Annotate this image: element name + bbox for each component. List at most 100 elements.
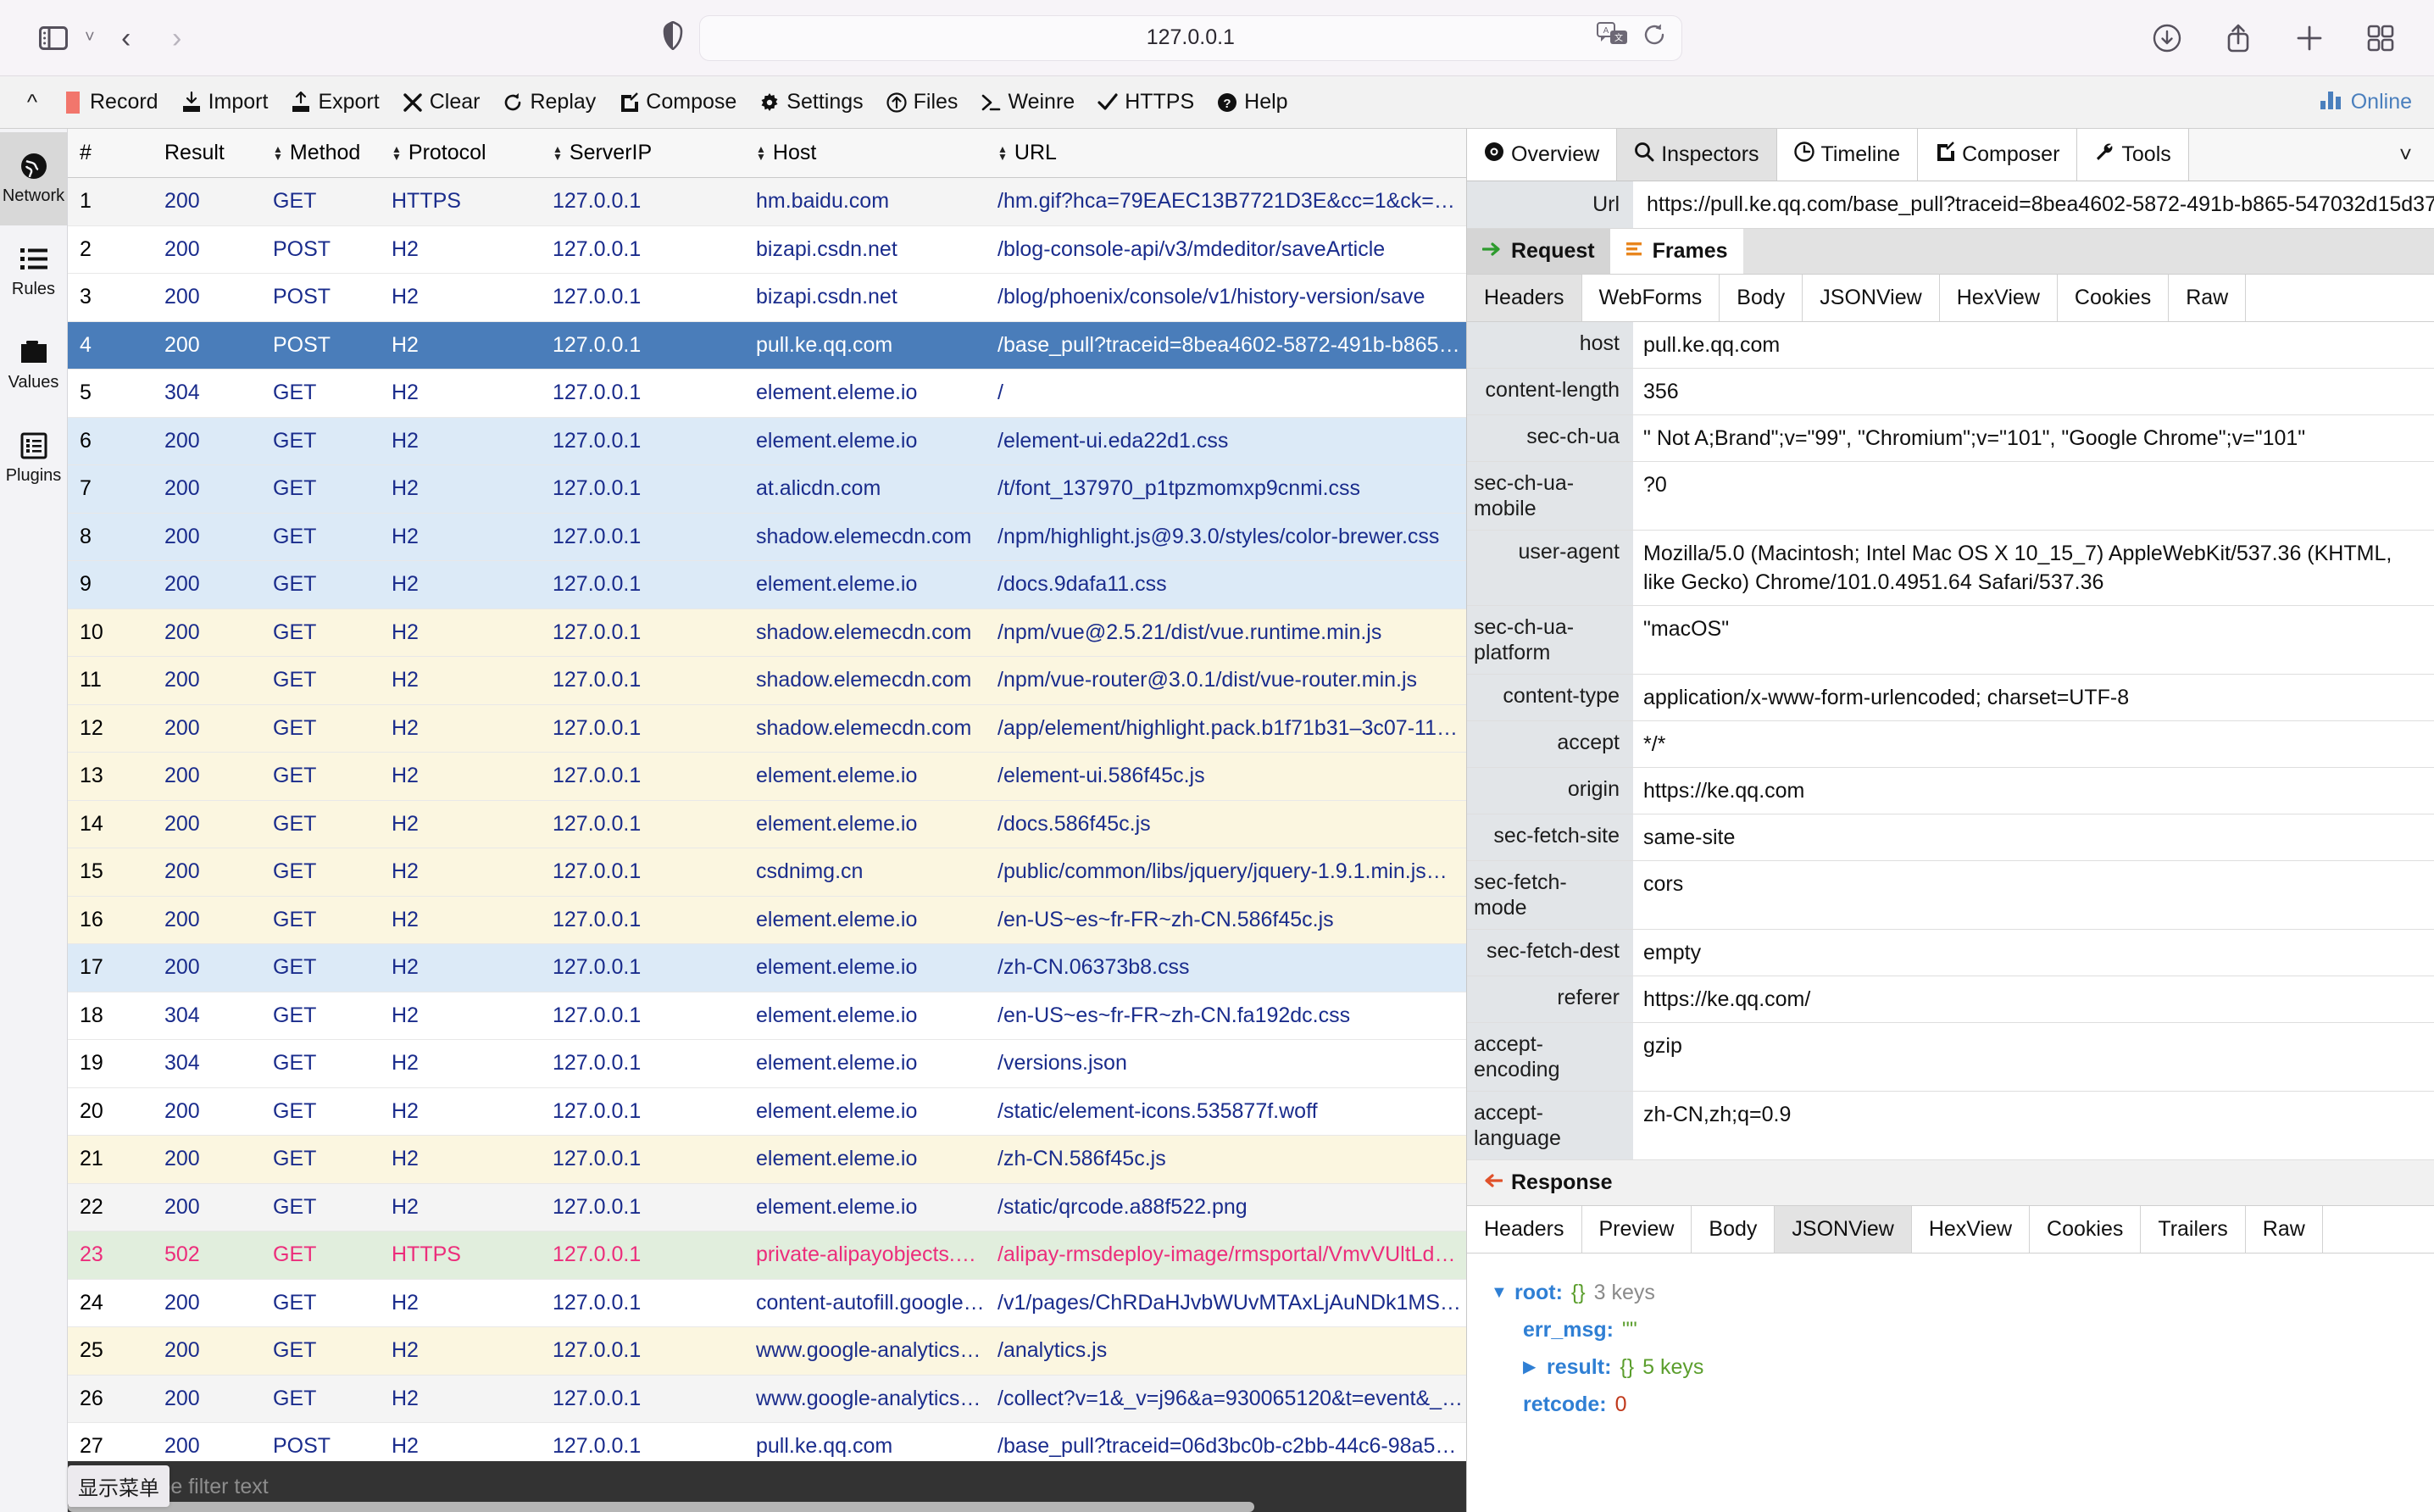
rail-item-network[interactable]: Network bbox=[0, 132, 67, 225]
chevron-down-icon[interactable]: ˅ bbox=[2377, 129, 2434, 181]
table-row[interactable]: 18 304 GET H2 127.0.0.1 element.eleme.io/en-U… bbox=[68, 992, 1466, 1040]
table-row[interactable]: 6 200 GET H2 127.0.0.1 element.eleme.io/eleme… bbox=[68, 417, 1466, 465]
table-row[interactable]: 10 200 GET H2 127.0.0.1 shadow.elemecdn.com/n… bbox=[68, 609, 1466, 657]
tab-inspectors[interactable]: Inspectors bbox=[1617, 129, 1777, 181]
column-header-serverip[interactable]: ▲ ▼ ServerIP bbox=[541, 129, 744, 177]
column-header-protocol[interactable]: ▲ ▼ Protocol bbox=[380, 129, 541, 177]
request-subtab-raw[interactable]: Raw bbox=[2169, 275, 2247, 321]
table-row[interactable]: 25 200 GET H2 127.0.0.1 www.google-analytics.… bbox=[68, 1327, 1466, 1376]
response-subtab-preview[interactable]: Preview bbox=[1581, 1206, 1692, 1253]
table-row[interactable]: 1 200 GET HTTPS 127.0.0.1 hm.baidu.com/hm.gif… bbox=[68, 178, 1466, 226]
sidebar-toggle-icon[interactable] bbox=[31, 15, 76, 61]
table-row[interactable]: 24 200 GET H2 127.0.0.1 content-autofill.goog… bbox=[68, 1279, 1466, 1327]
inspector-url-value[interactable]: https://pull.ke.qq.com/base_pull?traceid… bbox=[1633, 192, 2434, 217]
table-row[interactable]: 27 200 POST H2 127.0.0.1 pull.ke.qq.com/base_… bbox=[68, 1423, 1466, 1461]
table-row[interactable]: 5 304 GET H2 127.0.0.1 element.eleme.io / bbox=[68, 370, 1466, 418]
status-badge-online[interactable]: Online bbox=[2320, 88, 2412, 116]
table-row[interactable]: 14 200 GET H2 127.0.0.1 element.eleme.io/docs… bbox=[68, 800, 1466, 848]
toolbar-button-compose[interactable]: Compose bbox=[607, 83, 747, 122]
toolbar-button-files[interactable]: Files bbox=[875, 83, 970, 122]
triangle-collapsed-icon[interactable]: ▶ bbox=[1523, 1348, 1538, 1386]
json-node-result[interactable]: ▶ result: {} 5 keys bbox=[1491, 1348, 2410, 1386]
response-subtab-body[interactable]: Body bbox=[1692, 1206, 1775, 1253]
json-node-retcode[interactable]: retcode: 0 bbox=[1491, 1386, 2410, 1423]
table-row[interactable]: 9 200 GET H2 127.0.0.1 element.eleme.io/docs.… bbox=[68, 561, 1466, 609]
column-header-number[interactable]: # bbox=[68, 129, 153, 177]
download-icon[interactable] bbox=[2144, 15, 2190, 61]
rail-item-plugins[interactable]: Plugins bbox=[0, 412, 67, 505]
sort-arrows-icon[interactable]: ▲ ▼ bbox=[553, 144, 563, 162]
table-row[interactable]: 12 200 GET H2 127.0.0.1 shadow.elemecdn.com/a… bbox=[68, 704, 1466, 753]
json-root-node[interactable]: ▼ root: {} 3 keys bbox=[1491, 1274, 2410, 1311]
header-value[interactable]: https://ke.qq.com/ bbox=[1633, 976, 2434, 1022]
header-value[interactable]: cors bbox=[1633, 861, 2434, 929]
header-value[interactable]: zh-CN,zh;q=0.9 bbox=[1633, 1092, 2434, 1159]
table-row[interactable]: 13 200 GET H2 127.0.0.1 element.eleme.io/elem… bbox=[68, 753, 1466, 801]
table-row[interactable]: 4 200 POST H2 127.0.0.1 pull.ke.qq.com/base_p… bbox=[68, 321, 1466, 370]
header-value[interactable]: empty bbox=[1633, 930, 2434, 976]
back-arrow-icon[interactable]: ‹ bbox=[103, 15, 149, 61]
response-tab[interactable]: Response bbox=[1467, 1160, 1627, 1205]
table-row[interactable]: 26 200 GET H2 127.0.0.1 www.google-analytics.… bbox=[68, 1375, 1466, 1423]
toolbar-button-weinre[interactable]: Weinre bbox=[969, 83, 1086, 122]
table-row[interactable]: 16 200 GET H2 127.0.0.1 element.eleme.io/en-U… bbox=[68, 896, 1466, 944]
tab-composer[interactable]: Composer bbox=[1918, 129, 2078, 181]
table-row[interactable]: 20 200 GET H2 127.0.0.1 element.eleme.io/stat… bbox=[68, 1087, 1466, 1136]
tab-tools[interactable]: Tools bbox=[2077, 129, 2189, 181]
request-subtab-jsonview[interactable]: JSONView bbox=[1803, 275, 1940, 321]
response-subtab-raw[interactable]: Raw bbox=[2245, 1206, 2323, 1253]
header-value[interactable]: pull.ke.qq.com bbox=[1633, 322, 2434, 368]
rail-item-rules[interactable]: Rules bbox=[0, 225, 67, 319]
triangle-expanded-icon[interactable]: ▼ bbox=[1491, 1274, 1508, 1311]
sort-arrows-icon[interactable]: ▲ ▼ bbox=[997, 144, 1008, 162]
column-header-method[interactable]: ▲ ▼ Method bbox=[261, 129, 380, 177]
table-row[interactable]: 7 200 GET H2 127.0.0.1 at.alicdn.com/t/font_1… bbox=[68, 465, 1466, 514]
table-row[interactable]: 19 304 GET H2 127.0.0.1 element.eleme.io/vers… bbox=[68, 1040, 1466, 1088]
table-row[interactable]: 23 502 GET HTTPS 127.0.0.1 private-alipayobje… bbox=[68, 1231, 1466, 1280]
tab-timeline[interactable]: Timeline bbox=[1776, 129, 1919, 181]
toolbar-button-replay[interactable]: Replay bbox=[491, 83, 607, 122]
json-node-err-msg[interactable]: err_msg: "" bbox=[1491, 1311, 2410, 1348]
request-subtab-body[interactable]: Body bbox=[1720, 275, 1803, 321]
request-subtab-hexview[interactable]: HexView bbox=[1939, 275, 2058, 321]
column-header-host[interactable]: ▲ ▼ Host bbox=[744, 129, 986, 177]
toolbar-button-export[interactable]: Export bbox=[279, 83, 390, 122]
shield-icon[interactable] bbox=[662, 20, 684, 54]
plus-icon[interactable] bbox=[2287, 15, 2332, 61]
column-header-result[interactable]: Result bbox=[153, 129, 261, 177]
request-subtab-headers[interactable]: Headers bbox=[1467, 275, 1582, 321]
rail-item-values[interactable]: Values bbox=[0, 319, 67, 412]
address-bar[interactable]: 127.0.0.1 A文 bbox=[698, 14, 1682, 61]
response-subtab-jsonview[interactable]: JSONView bbox=[1775, 1206, 1912, 1253]
tab-overview[interactable]: Overview bbox=[1467, 129, 1618, 181]
reload-icon[interactable] bbox=[1642, 23, 1666, 53]
header-value[interactable]: 356 bbox=[1633, 369, 2434, 414]
table-row[interactable]: 2 200 POST H2 127.0.0.1 bizapi.csdn.net/blog-… bbox=[68, 225, 1466, 274]
header-value[interactable]: ?0 bbox=[1633, 462, 2434, 530]
toolbar-button-https[interactable]: HTTPS bbox=[1086, 83, 1205, 122]
tab-overview-icon[interactable] bbox=[2358, 15, 2403, 61]
request-subtab-webforms[interactable]: WebForms bbox=[1581, 275, 1720, 321]
response-subtab-trailers[interactable]: Trailers bbox=[2141, 1206, 2246, 1253]
table-row[interactable]: 8 200 GET H2 127.0.0.1 shadow.elemecdn.com/np… bbox=[68, 513, 1466, 561]
header-value[interactable]: same-site bbox=[1633, 814, 2434, 860]
toolbar-button-import[interactable]: Import bbox=[169, 83, 280, 122]
horizontal-scrollbar[interactable] bbox=[68, 1502, 1254, 1512]
collapse-toolbar-icon[interactable]: ^ bbox=[14, 89, 51, 115]
response-subtab-hexview[interactable]: HexView bbox=[1911, 1206, 2031, 1253]
forward-arrow-icon[interactable]: › bbox=[154, 15, 200, 61]
translate-icon[interactable]: A文 bbox=[1596, 22, 1629, 53]
header-value[interactable]: */* bbox=[1633, 721, 2434, 767]
column-header-url[interactable]: ▲ ▼ URL bbox=[986, 129, 1466, 177]
sort-arrows-icon[interactable]: ▲ ▼ bbox=[273, 144, 283, 162]
header-value[interactable]: Mozilla/5.0 (Macintosh; Intel Mac OS X 1… bbox=[1633, 531, 2434, 605]
toolbar-button-clear[interactable]: Clear bbox=[391, 83, 492, 122]
header-value[interactable]: "macOS" bbox=[1633, 606, 2434, 674]
table-row[interactable]: 11 200 GET H2 127.0.0.1 shadow.elemecdn.com/n… bbox=[68, 657, 1466, 705]
request-tab[interactable]: Request bbox=[1467, 229, 1610, 274]
toolbar-button-help[interactable]: ? Help bbox=[1205, 83, 1298, 122]
header-value[interactable]: https://ke.qq.com bbox=[1633, 768, 2434, 814]
header-value[interactable]: gzip bbox=[1633, 1023, 2434, 1091]
toolbar-button-settings[interactable]: Settings bbox=[747, 83, 874, 122]
response-subtab-cookies[interactable]: Cookies bbox=[2030, 1206, 2142, 1253]
